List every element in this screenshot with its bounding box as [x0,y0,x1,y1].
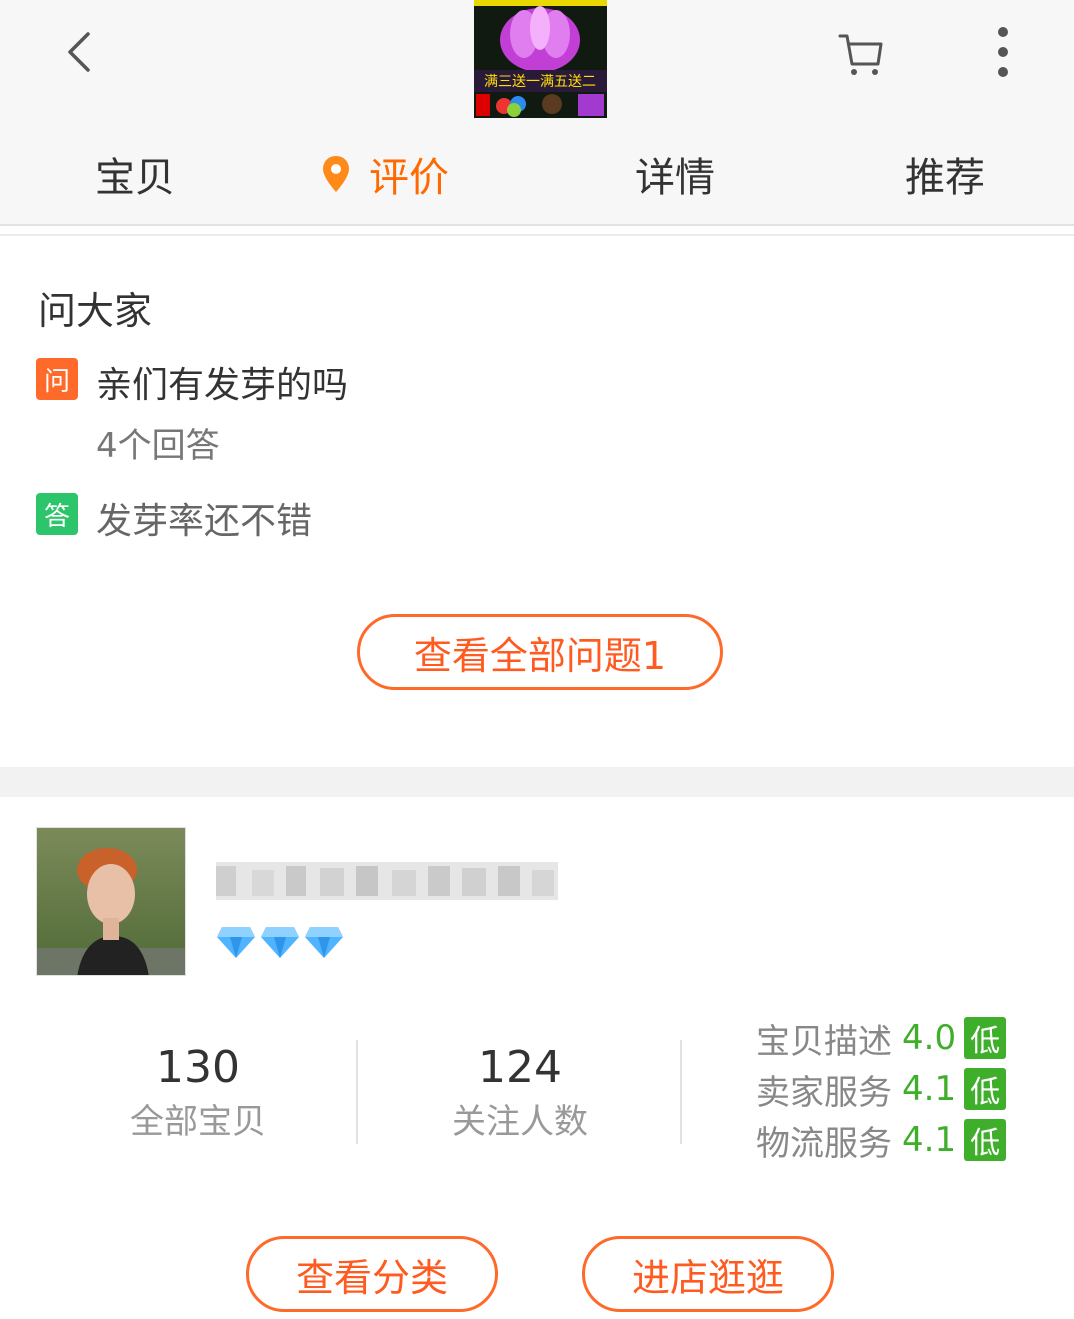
more-button[interactable] [980,20,1026,84]
tab-label: 详情 [635,155,715,201]
location-pin-icon [321,154,351,194]
ask-section-title: 问大家 [38,289,153,333]
chevron-left-icon [68,32,90,72]
answer-tag: 答 [36,493,78,535]
stat-label: 全部宝贝 [130,1102,266,1142]
cart-icon [838,34,883,75]
more-vertical-icon [998,27,1008,77]
divider [356,1040,358,1144]
rating-level-badge: 低 [964,1068,1007,1110]
rating-label: 物流服务 [756,1123,892,1164]
rating-level-badge: 低 [964,1119,1007,1161]
tab-label: 推荐 [905,155,985,201]
rating-label: 宝贝描述 [756,1021,892,1062]
question-text[interactable]: 亲们有发芽的吗 [96,356,348,408]
stat-all-items[interactable]: 130 全部宝贝 [88,1040,308,1146]
svg-text:满三送一满五送二: 满三送一满五送二 [484,74,596,90]
section-gap [0,767,1074,797]
rating-description: 宝贝描述 4.0 低 [756,1014,1007,1062]
tab-reviews[interactable]: 评价 [300,128,470,220]
stat-followers[interactable]: 124 关注人数 [410,1040,630,1146]
view-categories-button[interactable]: 查看分类 [246,1236,498,1312]
rating-score: 4.0 [902,1018,957,1058]
answer-count[interactable]: 4个回答 [96,418,220,467]
shop-name-blurred[interactable] [216,862,558,900]
diamond-icon [261,927,299,958]
question-tag: 问 [36,358,78,400]
shop-avatar[interactable] [36,827,186,976]
divider [680,1040,682,1144]
answer-text[interactable]: 发芽率还不错 [96,492,312,544]
diamond-icon [305,927,343,958]
rating-seller-service: 卖家服务 4.1 低 [756,1065,1007,1113]
stat-value: 124 [478,1042,562,1093]
tab-bar: 宝贝 评价 详情 推荐 [0,128,1074,220]
stat-value: 130 [156,1042,240,1093]
rating-label: 卖家服务 [756,1072,892,1113]
diamond-icon [217,927,255,958]
tab-label: 评价 [369,155,449,201]
stat-label: 关注人数 [452,1102,588,1142]
rating-logistics: 物流服务 4.1 低 [756,1116,1007,1164]
top-header: 满三送一满五送二 宝贝 评价 详情 推荐 [0,0,1074,226]
rating-score: 4.1 [902,1069,957,1109]
rating-level-badge: 低 [964,1017,1007,1059]
tab-details[interactable]: 详情 [600,128,750,220]
tab-baobei[interactable]: 宝贝 [60,128,210,220]
tab-label: 宝贝 [95,155,175,201]
enter-shop-button[interactable]: 进店逛逛 [582,1236,834,1312]
cart-button[interactable] [832,24,888,80]
tab-recommend[interactable]: 推荐 [870,128,1020,220]
view-all-questions-button[interactable]: 查看全部问题1 [357,614,723,690]
shop-rank-diamonds [216,925,344,959]
product-thumbnail[interactable]: 满三送一满五送二 [474,0,607,118]
back-button[interactable] [52,22,112,82]
rating-score: 4.1 [902,1120,957,1160]
divider [0,234,1074,236]
